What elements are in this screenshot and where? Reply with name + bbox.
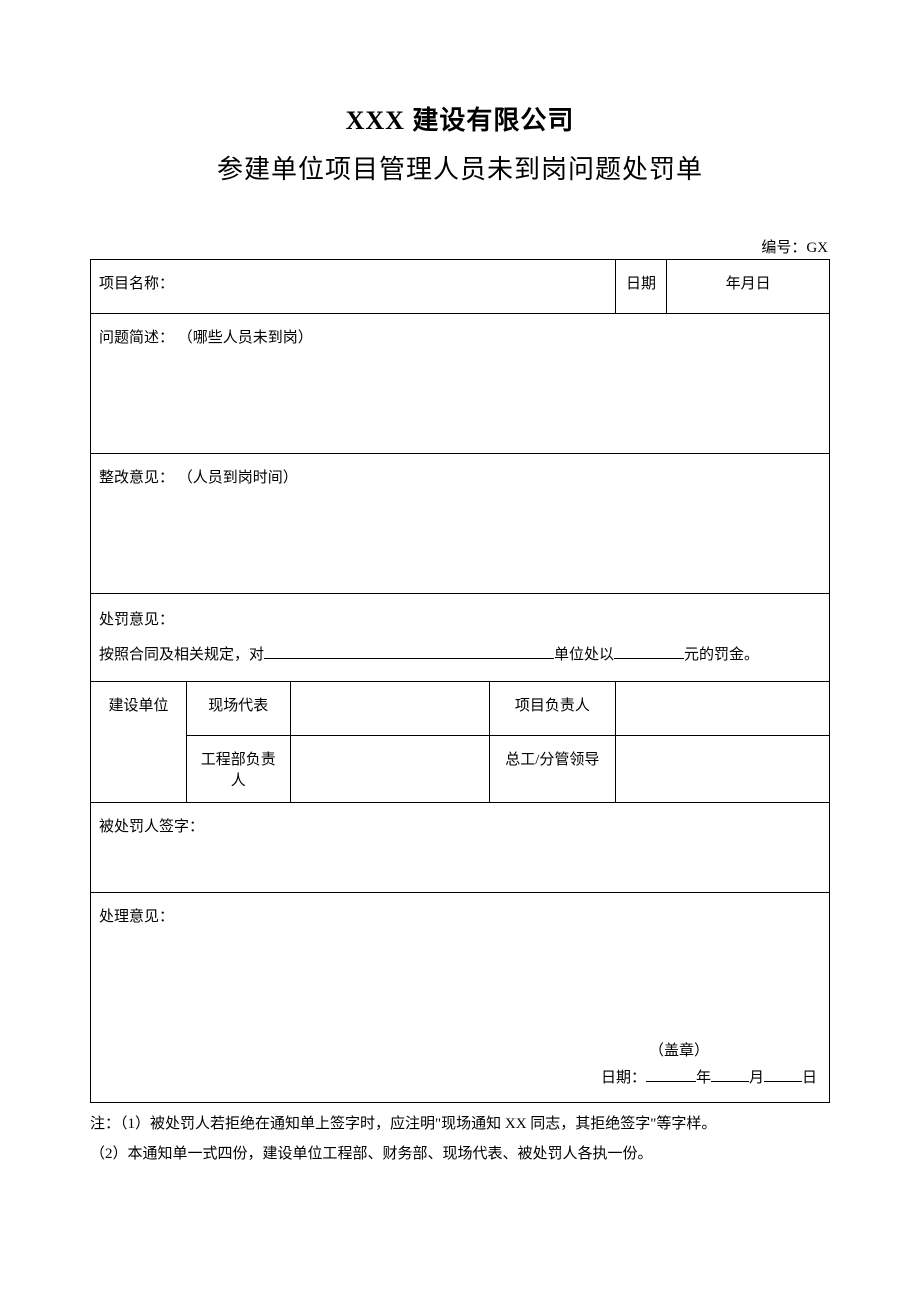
handling-date-line: 日期： 年 月 日 — [601, 1065, 817, 1092]
penalty-sentence: 按照合同及相关规定，对 单位处以 元的罚金。 — [99, 641, 821, 670]
problem-description-cell[interactable]: 问题简述： （哪些人员未到岗） — [91, 314, 830, 454]
date-prefix: 日期： — [601, 1070, 646, 1086]
day-blank[interactable] — [764, 1067, 802, 1082]
footnote-2: （2）本通知单一式四份，建设单位工程部、财务部、现场代表、被处罚人各执一份。 — [90, 1139, 830, 1169]
penalty-label: 处罚意见： — [99, 606, 821, 635]
penalty-amount-blank[interactable] — [614, 644, 684, 659]
project-name-label: 项目名称： — [99, 276, 174, 292]
builder-unit-label: 建设单位 — [91, 682, 187, 803]
project-lead-label: 项目负责人 — [490, 682, 616, 736]
handling-label: 处理意见： — [99, 905, 821, 926]
document-number: 编号：GX — [90, 236, 830, 257]
footnote-1: 注：（1）被处罚人若拒绝在通知单上签字时，应注明"现场通知 XX 同志，其拒绝签… — [90, 1109, 830, 1139]
chief-lead-label: 总工/分管领导 — [490, 736, 616, 803]
project-name-cell[interactable]: 项目名称： — [91, 260, 616, 314]
month-label: 月 — [749, 1070, 764, 1086]
day-label: 日 — [802, 1070, 817, 1086]
rectify-hint: （人员到岗时间） — [178, 470, 298, 486]
month-blank[interactable] — [711, 1067, 749, 1082]
rectify-label: 整改意见： — [99, 470, 174, 486]
footnotes: 注：（1）被处罚人若拒绝在通知单上签字时，应注明"现场通知 XX 同志，其拒绝签… — [90, 1109, 830, 1169]
chief-lead-sign[interactable] — [615, 736, 829, 803]
company-name: XXX 建设有限公司 — [90, 100, 830, 137]
punished-person-sign-cell[interactable]: 被处罚人签字： — [91, 803, 830, 893]
year-label: 年 — [696, 1070, 711, 1086]
eng-dept-lead-label: 工程部负责人 — [187, 736, 290, 803]
seal-label: （盖章） — [601, 1038, 817, 1065]
penalty-prefix: 按照合同及相关规定，对 — [99, 647, 264, 663]
penalty-opinion-cell[interactable]: 处罚意见： 按照合同及相关规定，对 单位处以 元的罚金。 — [91, 594, 830, 682]
penalty-suffix: 元的罚金。 — [684, 647, 759, 663]
project-lead-sign[interactable] — [615, 682, 829, 736]
rectify-opinion-cell[interactable]: 整改意见： （人员到岗时间） — [91, 454, 830, 594]
site-rep-label: 现场代表 — [187, 682, 290, 736]
penalty-mid: 单位处以 — [554, 647, 614, 663]
eng-dept-lead-sign[interactable] — [290, 736, 490, 803]
form-title: 参建单位项目管理人员未到岗问题处罚单 — [90, 149, 830, 186]
handling-opinion-cell[interactable]: 处理意见： （盖章） 日期： 年 月 日 — [91, 893, 830, 1103]
problem-label: 问题简述： — [99, 330, 174, 346]
site-rep-sign[interactable] — [290, 682, 490, 736]
date-value-cell[interactable]: 年月日 — [667, 260, 830, 314]
problem-hint: （哪些人员未到岗） — [178, 330, 313, 346]
date-label-cell: 日期 — [615, 260, 667, 314]
punished-sign-label: 被处罚人签字： — [99, 819, 204, 835]
seal-date-block: （盖章） 日期： 年 月 日 — [601, 1038, 817, 1092]
penalty-unit-blank[interactable] — [264, 644, 554, 659]
year-blank[interactable] — [646, 1067, 696, 1082]
penalty-form-table: 项目名称： 日期 年月日 问题简述： （哪些人员未到岗） 整改意见： （人员到岗… — [90, 259, 830, 1103]
